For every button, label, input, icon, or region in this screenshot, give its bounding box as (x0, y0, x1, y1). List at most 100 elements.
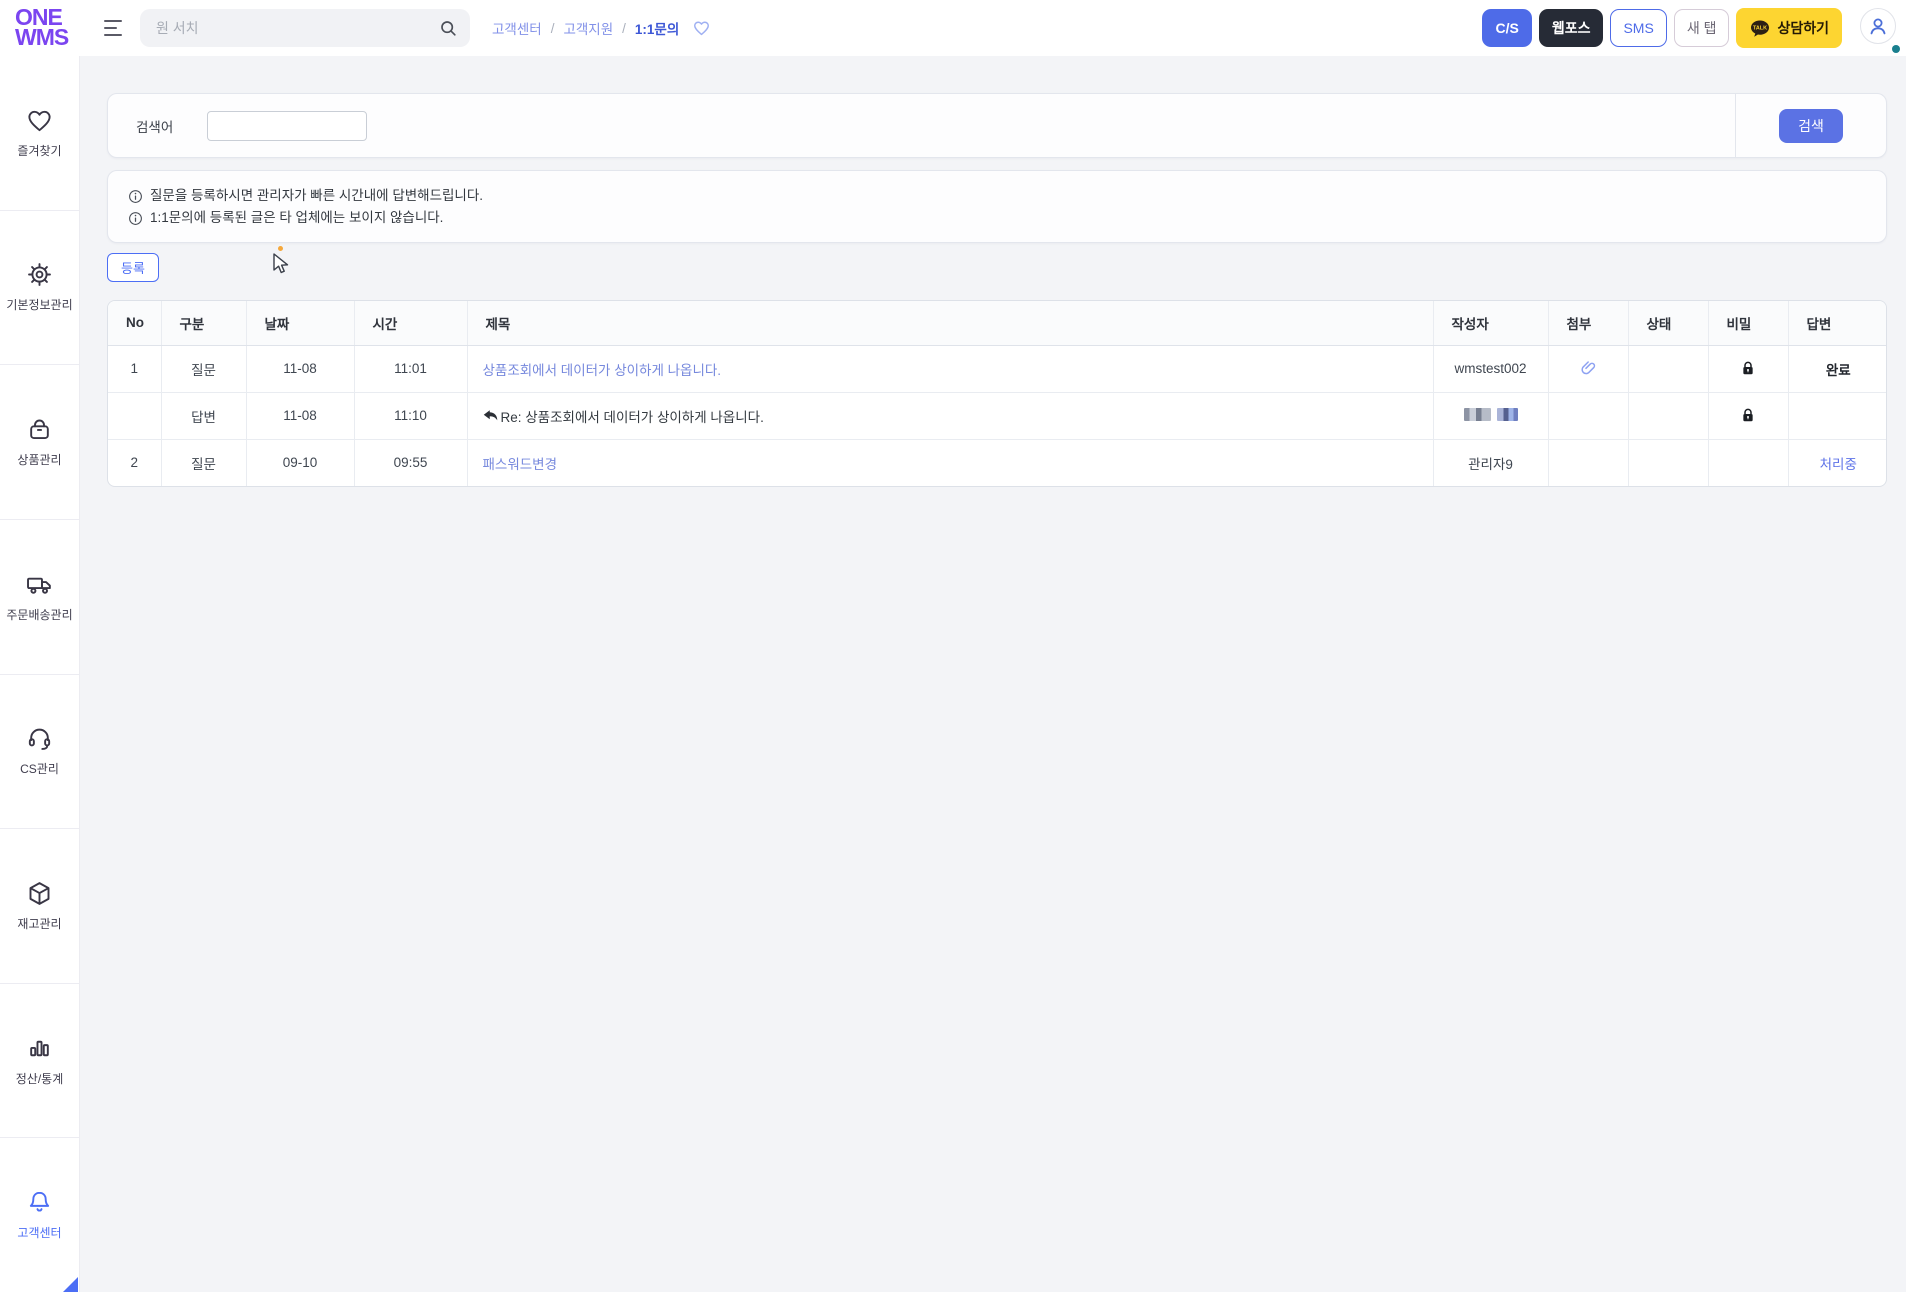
cell-secret (1707, 345, 1788, 392)
lock-icon (1739, 407, 1757, 422)
breadcrumb: 고객센터 / 고객지원 / 1:1문의 (492, 18, 711, 38)
notice-text: 질문을 등록하시면 관리자가 빠른 시간내에 답변해드립니다. (150, 188, 484, 203)
breadcrumb-separator: / (550, 20, 555, 36)
sidebar-item-customer-center[interactable]: 고객센터 (0, 1137, 79, 1292)
cell-author (1432, 391, 1548, 439)
sidebar-item-label: CS관리 (20, 762, 59, 777)
cell-date: 09-10 (245, 438, 354, 486)
inquiry-title-link[interactable]: 패스워드변경 (483, 457, 558, 472)
button-label: 상담하기 (1777, 20, 1829, 36)
column-header: 첨부 (1547, 301, 1628, 346)
column-header: No (108, 301, 161, 346)
main-content: 검색어 검색 질문을 등록하시면 관리자가 빠른 시간내에 답변해드립니다. 1:… (80, 56, 1906, 1292)
cell-reply (1787, 391, 1886, 439)
column-header: 날짜 (245, 301, 354, 346)
cell-author: 관리자9 (1432, 438, 1548, 486)
button-label: SMS (1623, 20, 1654, 36)
search-filter-panel: 검색어 검색 (107, 93, 1887, 158)
column-header: 제목 (466, 301, 1433, 346)
cell-time: 09:55 (353, 438, 467, 486)
sidebar-corner-handle[interactable] (63, 1277, 78, 1292)
consult-button[interactable]: TALK 상담하기 (1736, 8, 1842, 48)
cell-date: 11-08 (245, 391, 354, 439)
search-button[interactable]: 검색 (1779, 108, 1843, 143)
inquiry-table: No 구분 날짜 시간 제목 작성자 첨부 상태 비밀 답변 1 질문 11-08 11:01 상품조회에… (107, 300, 1887, 487)
cube-icon (26, 880, 53, 907)
cell-title: 패스워드변경 (466, 438, 1433, 486)
bar-chart-icon (26, 1035, 53, 1062)
button-label: C/S (1495, 20, 1519, 36)
new-tab-button[interactable]: 새 탭 (1673, 9, 1730, 47)
sidebar-nav: 즐겨찾기기본정보관리상품관리주문배송관리 CS관리재고관리정산/통계고객센터 (0, 56, 80, 1292)
column-header: 답변 (1787, 301, 1886, 346)
sidebar-item-inventory[interactable]: 재고관리 (0, 828, 79, 983)
cell-type: 질문 (160, 438, 246, 486)
sidebar-item-label: 정산/통계 (15, 1071, 64, 1086)
breadcrumb-item-customer-support[interactable]: 고객지원 (563, 18, 613, 38)
cell-date: 11-08 (245, 345, 354, 392)
header-actions: C/S 웹포스 SMS 새 탭 TALK 상담하기 (1482, 8, 1842, 48)
search-keyword-label: 검색어 (136, 119, 174, 135)
truck-icon (25, 571, 54, 598)
column-header: 작성자 (1432, 301, 1548, 346)
paperclip-icon[interactable] (1579, 360, 1598, 375)
search-icon[interactable] (438, 18, 458, 38)
redacted-author-blur (1463, 407, 1518, 421)
sidebar-item-product[interactable]: 상품관리 (0, 364, 79, 519)
cell-type: 답변 (160, 391, 246, 439)
sidebar-item-label: 기본정보관리 (6, 298, 73, 313)
reply-status-text: 완료 (1825, 362, 1851, 378)
cell-reply[interactable]: 처리중 (1787, 438, 1886, 486)
notice-text: 1:1문의에 등록된 글은 타 업체에는 보이지 않습니다. (150, 210, 444, 225)
sidebar-item-basic-info[interactable]: 기본정보관리 (0, 209, 79, 365)
cell-title: Re: 상품조회에서 데이터가 상이하게 나옵니다. (466, 391, 1433, 439)
cs-button[interactable]: C/S (1482, 9, 1532, 47)
logo-line-2: WMS (15, 24, 69, 50)
sidebar-item-label: 고객센터 (17, 1226, 62, 1241)
breadcrumb-separator: / (622, 20, 626, 36)
sidebar-item-cs-mgmt[interactable]: CS관리 (0, 673, 79, 829)
register-button[interactable]: 등록 (107, 253, 159, 282)
bell-icon (26, 1189, 53, 1216)
heart-icon (26, 107, 53, 134)
breadcrumb-item-one-to-one-inquiry: 1:1문의 (634, 22, 680, 37)
user-avatar[interactable] (1860, 8, 1896, 44)
cell-no (108, 391, 161, 439)
inquiry-title-link[interactable]: 상품조회에서 데이터가 상이하게 나옵니다. (483, 363, 722, 378)
search-keyword-input[interactable] (207, 110, 368, 141)
cell-secret (1707, 438, 1788, 486)
column-header: 구분 (160, 301, 246, 346)
cell-attachment[interactable] (1547, 345, 1628, 392)
cell-attachment (1547, 391, 1628, 439)
sidebar-item-label: 즐겨찾기 (17, 143, 62, 158)
gear-icon (26, 261, 53, 288)
cell-author: wmstest002 (1432, 345, 1548, 392)
sidebar-item-order-delivery[interactable]: 주문배송관리 (0, 518, 79, 674)
sidebar-item-label: 주문배송관리 (6, 607, 73, 622)
cell-no: 1 (130, 361, 138, 376)
sidebar-item-settlement-stats[interactable]: 정산/통계 (0, 982, 79, 1138)
headset-icon (26, 725, 53, 752)
sidebar-item-favorites[interactable]: 즐겨찾기 (0, 56, 79, 210)
cell-time: 11:10 (353, 391, 467, 439)
cell-status (1627, 438, 1708, 486)
menu-toggle-icon[interactable] (104, 20, 126, 36)
cell-status (1627, 391, 1708, 439)
table-row: 1 질문 11-08 11:01 상품조회에서 데이터가 상이하게 나옵니다. wmste… (108, 345, 1886, 392)
button-label: 새 탭 (1686, 20, 1717, 36)
cell-title: 상품조회에서 데이터가 상이하게 나옵니다. (466, 345, 1433, 392)
column-header: 비밀 (1707, 301, 1788, 346)
reply-status-text[interactable]: 처리중 (1820, 457, 1857, 472)
webpos-button[interactable]: 웹포스 (1538, 9, 1604, 47)
app-logo[interactable]: ONE WMS (0, 6, 96, 50)
breadcrumb-item-customer-center[interactable]: 고객센터 (492, 18, 542, 38)
button-label: 웹포스 (1551, 20, 1591, 36)
sms-button[interactable]: SMS (1610, 9, 1667, 47)
global-search (140, 9, 470, 47)
global-search-input[interactable] (156, 20, 438, 36)
lock-icon (1739, 360, 1757, 375)
cell-no: 2 (108, 438, 161, 486)
sidebar-item-label: 재고관리 (17, 916, 62, 931)
favorite-page-heart-icon[interactable] (692, 19, 711, 37)
info-icon (128, 211, 143, 226)
